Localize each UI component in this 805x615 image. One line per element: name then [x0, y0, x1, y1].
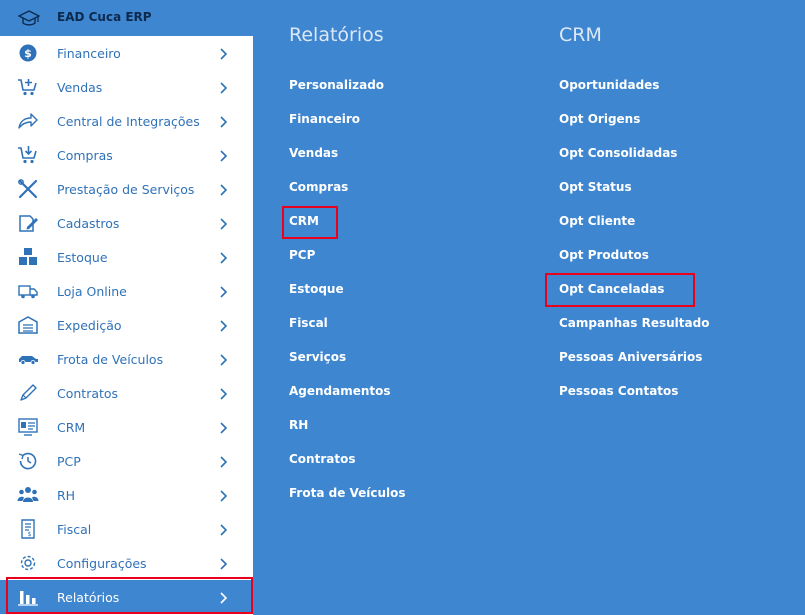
crm-link-opt-status[interactable]: Opt Status: [559, 180, 632, 194]
clock-history-icon: [17, 451, 39, 471]
reports-link-servicos[interactable]: Serviços: [289, 350, 346, 364]
sidebar-item-label: Compras: [57, 148, 113, 163]
sidebar-item-label: Vendas: [57, 80, 103, 95]
warehouse-icon: [17, 315, 39, 335]
chevron-right-icon: [217, 148, 229, 162]
reports-link-crm[interactable]: CRM: [289, 214, 319, 228]
reports-column-title: Relatórios: [289, 24, 384, 46]
chevron-right-icon: [217, 556, 229, 570]
graduation-cap-icon: [17, 8, 41, 28]
gear-icon: [17, 553, 39, 573]
sidebar-item-label: PCP: [57, 454, 81, 469]
dollar-circle-icon: $: [17, 43, 39, 63]
sidebar-item-label: Configurações: [57, 556, 147, 571]
svg-text:$: $: [28, 531, 32, 538]
sidebar-item-estoque[interactable]: Estoque: [0, 240, 253, 274]
sidebar-item-label: Contratos: [57, 386, 119, 401]
sidebar-item-compras[interactable]: Compras: [0, 138, 253, 172]
crm-link-opt-produtos[interactable]: Opt Produtos: [559, 248, 649, 262]
chevron-right-icon: [217, 590, 229, 604]
crm-link-opt-consolidadas[interactable]: Opt Consolidadas: [559, 146, 677, 160]
chevron-right-icon: [217, 352, 229, 366]
boxes-icon: [17, 247, 39, 267]
reports-link-compras[interactable]: Compras: [289, 180, 348, 194]
sidebar-item-rh[interactable]: RH: [0, 478, 253, 512]
reports-link-frota-veiculos[interactable]: Frota de Veículos: [289, 486, 406, 500]
sidebar-item-label: RH: [57, 488, 76, 503]
reports-link-financeiro[interactable]: Financeiro: [289, 112, 360, 126]
chevron-right-icon: [217, 420, 229, 434]
chevron-right-icon: [217, 114, 229, 128]
sidebar-item-label: Estoque: [57, 250, 108, 265]
users-icon: [17, 485, 39, 505]
sidebar-item-configuracoes[interactable]: Configurações: [0, 546, 253, 580]
car-icon: [17, 349, 39, 369]
sidebar-item-prestacao-servicos[interactable]: Prestação de Serviços: [0, 172, 253, 206]
sidebar-item-fiscal[interactable]: $ Fiscal: [0, 512, 253, 546]
reports-link-contratos[interactable]: Contratos: [289, 452, 355, 466]
reports-link-vendas[interactable]: Vendas: [289, 146, 338, 160]
cart-plus-icon: [17, 77, 39, 97]
chevron-right-icon: [217, 488, 229, 502]
crm-link-oportunidades[interactable]: Oportunidades: [559, 78, 659, 92]
chevron-right-icon: [217, 46, 229, 60]
chevron-right-icon: [217, 216, 229, 230]
chevron-right-icon: [217, 522, 229, 536]
sidebar-item-relatorios[interactable]: Relatórios: [0, 580, 253, 614]
sidebar-item-label: Central de Integrações: [57, 114, 200, 129]
sidebar-item-financeiro[interactable]: $ Financeiro: [0, 36, 253, 70]
crm-link-campanhas-resultado[interactable]: Campanhas Resultado: [559, 316, 709, 330]
cart-down-icon: [17, 145, 39, 165]
app-title: EAD Cuca ERP: [57, 10, 152, 24]
sidebar-item-label: Cadastros: [57, 216, 120, 231]
tools-icon: [17, 179, 39, 199]
crm-link-opt-cliente[interactable]: Opt Cliente: [559, 214, 635, 228]
edit-icon: [17, 213, 39, 233]
reports-link-agendamentos[interactable]: Agendamentos: [289, 384, 391, 398]
crm-link-opt-origens[interactable]: Opt Origens: [559, 112, 640, 126]
chevron-right-icon: [217, 386, 229, 400]
chevron-right-icon: [217, 80, 229, 94]
sidebar-item-label: Loja Online: [57, 284, 127, 299]
sidebar-item-cadastros[interactable]: Cadastros: [0, 206, 253, 240]
crm-link-opt-canceladas[interactable]: Opt Canceladas: [559, 282, 664, 296]
sidebar-item-expedicao[interactable]: Expedição: [0, 308, 253, 342]
sidebar-item-label: Frota de Veículos: [57, 352, 164, 367]
truck-icon: [17, 281, 39, 301]
reports-link-pcp[interactable]: PCP: [289, 248, 315, 262]
receipt-icon: $: [17, 519, 39, 539]
chevron-right-icon: [217, 454, 229, 468]
chevron-right-icon: [217, 182, 229, 196]
chevron-right-icon: [217, 318, 229, 332]
app-header: EAD Cuca ERP: [0, 0, 253, 36]
crm-link-pessoas-aniversarios[interactable]: Pessoas Aniversários: [559, 350, 702, 364]
chevron-right-icon: [217, 284, 229, 298]
sidebar-item-crm[interactable]: CRM: [0, 410, 253, 444]
sidebar-item-frota-veiculos[interactable]: Frota de Veículos: [0, 342, 253, 376]
bar-chart-icon: [17, 587, 39, 607]
pen-icon: [17, 383, 39, 403]
crm-link-pessoas-contatos[interactable]: Pessoas Contatos: [559, 384, 678, 398]
sidebar-item-label: Financeiro: [57, 46, 121, 61]
sidebar-item-contratos[interactable]: Contratos: [0, 376, 253, 410]
svg-text:$: $: [24, 47, 32, 60]
reports-link-fiscal[interactable]: Fiscal: [289, 316, 328, 330]
sidebar-item-label: Fiscal: [57, 522, 92, 537]
sidebar-item-label: CRM: [57, 420, 86, 435]
sidebar-item-vendas[interactable]: Vendas: [0, 70, 253, 104]
share-arrow-icon: [17, 111, 39, 131]
crm-column-title: CRM: [559, 24, 602, 46]
sidebar-item-label: Prestação de Serviços: [57, 182, 195, 197]
sidebar-item-label: Relatórios: [57, 590, 120, 605]
chevron-right-icon: [217, 250, 229, 264]
id-card-icon: [17, 417, 39, 437]
reports-link-personalizado[interactable]: Personalizado: [289, 78, 384, 92]
sidebar-item-pcp[interactable]: PCP: [0, 444, 253, 478]
reports-link-estoque[interactable]: Estoque: [289, 282, 344, 296]
reports-link-rh[interactable]: RH: [289, 418, 308, 432]
sidebar-item-label: Expedição: [57, 318, 122, 333]
sidebar: EAD Cuca ERP $ Financeiro Vendas Central…: [0, 0, 253, 615]
sidebar-item-central-integracoes[interactable]: Central de Integrações: [0, 104, 253, 138]
sidebar-item-loja-online[interactable]: Loja Online: [0, 274, 253, 308]
